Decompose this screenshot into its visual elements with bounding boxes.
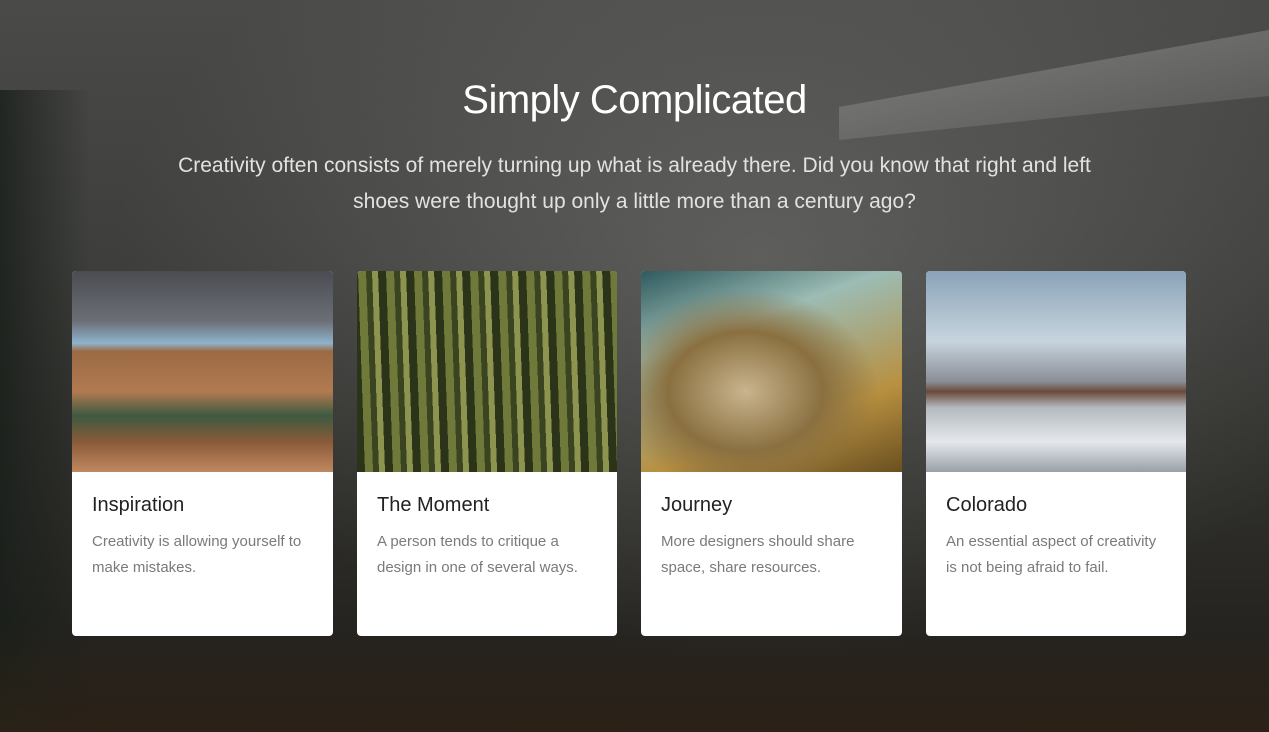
section-subtitle: Creativity often consists of merely turn… (178, 154, 1091, 213)
card-title: Colorado (946, 494, 1028, 516)
card-description: An essential aspect of creativity is not… (946, 533, 1157, 576)
card-journey: Journey More designers should share spac… (641, 271, 902, 636)
card-description: A person tends to critique a design in o… (377, 533, 578, 576)
card-description: Creativity is allowing yourself to make … (92, 533, 302, 576)
card-title: Journey (661, 494, 733, 516)
card-inspiration: Inspiration Creativity is allowing yours… (72, 271, 333, 636)
card-image (357, 271, 617, 472)
card-title: Inspiration (92, 494, 185, 516)
section-title: Simply Complicated (462, 78, 807, 122)
card-title: The Moment (377, 494, 490, 516)
card-colorado: Colorado An essential aspect of creativi… (926, 271, 1186, 636)
card-image (72, 271, 333, 472)
card-the-moment: The Moment A person tends to critique a … (357, 271, 617, 636)
card-image (926, 271, 1186, 472)
card-image (641, 271, 902, 472)
card-description: More designers should share space, share… (661, 533, 855, 576)
background-ground (0, 622, 1269, 732)
